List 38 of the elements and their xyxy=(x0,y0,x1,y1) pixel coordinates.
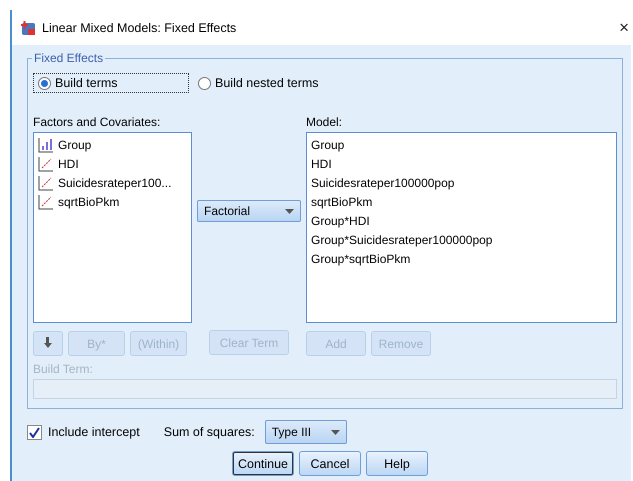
ruler-icon xyxy=(38,175,54,191)
variable-item[interactable]: Group xyxy=(58,138,92,152)
dialog-button[interactable]: Cancel xyxy=(299,451,361,476)
list-label: Model: xyxy=(306,115,344,129)
sum-of-squares-label: Sum of squares: xyxy=(164,425,255,439)
dialog-button[interactable]: Continue xyxy=(232,451,294,476)
list-label: Factors and Covariates: xyxy=(33,115,162,129)
variable-item[interactable]: Suicidesrateper100... xyxy=(58,176,172,190)
term-type-dropdown[interactable]: Factorial xyxy=(197,200,301,222)
checkbox[interactable] xyxy=(27,424,42,440)
ruler-icon xyxy=(38,194,54,210)
build-term-label: Build Term: xyxy=(33,362,94,376)
variable-item[interactable]: sqrtBioPkm xyxy=(58,195,120,209)
build-term-field[interactable] xyxy=(33,379,617,399)
model-term[interactable]: Suicidesrateper100000pop xyxy=(311,176,454,190)
move-down-button[interactable] xyxy=(33,331,63,356)
model-term[interactable]: Group xyxy=(311,138,344,152)
dialog-button[interactable]: Help xyxy=(366,451,428,476)
ruler-icon xyxy=(38,156,54,172)
checkbox-label: Include intercept xyxy=(48,425,140,439)
model-term[interactable]: HDI xyxy=(311,157,332,171)
model-term[interactable]: Group*HDI xyxy=(311,214,370,228)
radio-option[interactable]: Build nested terms xyxy=(193,73,324,93)
caret-icon xyxy=(330,430,340,434)
check-icon xyxy=(29,426,40,438)
radio-option[interactable]: Build terms xyxy=(33,73,189,93)
app-icon xyxy=(20,20,36,36)
close-button[interactable]: × xyxy=(619,19,629,36)
variable-item[interactable]: HDI xyxy=(58,157,79,171)
model-term[interactable]: Group*sqrtBioPkm xyxy=(311,252,410,266)
sum-of-squares-dropdown[interactable]: Type III xyxy=(264,420,347,444)
bars-icon xyxy=(38,137,54,153)
group-legend: Fixed Effects xyxy=(32,51,106,65)
window-title: Linear Mixed Models: Fixed Effects xyxy=(42,20,238,34)
caret-icon xyxy=(285,208,294,214)
model-term[interactable]: Group*Suicidesrateper100000pop xyxy=(311,233,492,247)
arrow-icon xyxy=(43,336,53,348)
model-term[interactable]: sqrtBioPkm xyxy=(311,195,372,209)
